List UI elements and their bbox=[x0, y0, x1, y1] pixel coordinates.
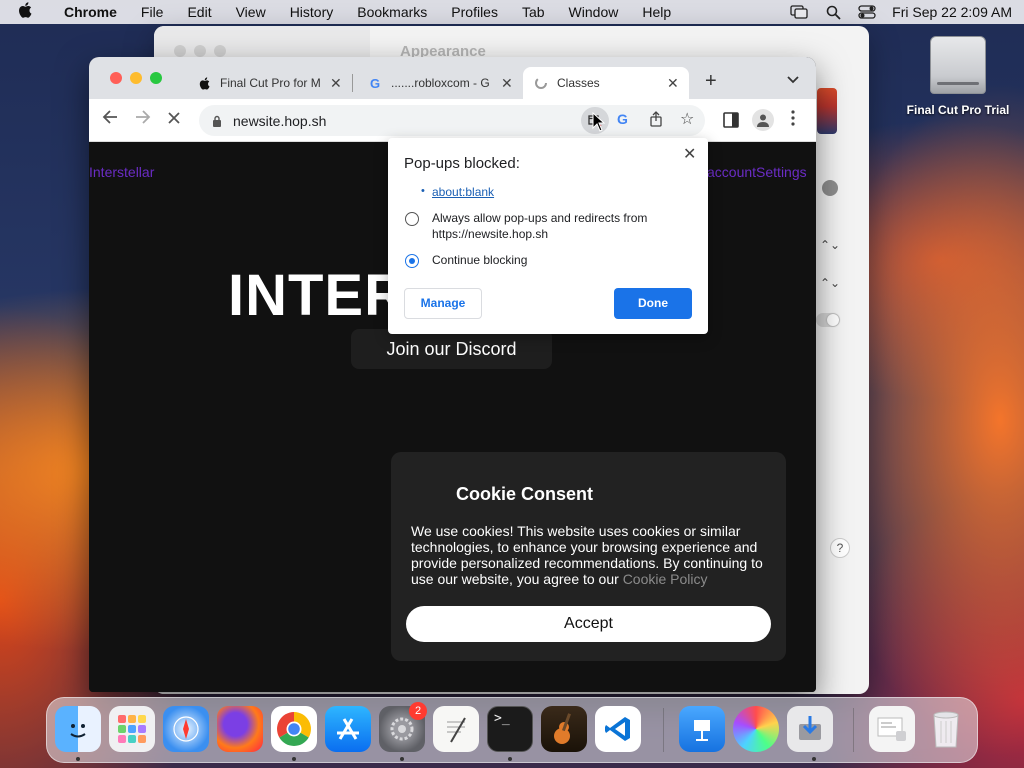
bookmark-star-icon[interactable]: ☆ bbox=[680, 109, 694, 129]
app-store-icon[interactable] bbox=[325, 706, 371, 752]
menu-edit[interactable]: Edit bbox=[175, 4, 223, 20]
cookie-text: We use cookies! This website uses cookie… bbox=[411, 523, 763, 587]
spotlight-search-icon[interactable] bbox=[816, 5, 850, 20]
notification-badge: 2 bbox=[409, 702, 427, 720]
allow-popups-label[interactable]: Always allow pop-ups and redirects from … bbox=[432, 210, 647, 242]
close-tab-icon[interactable]: ✕ bbox=[667, 75, 679, 92]
cookie-title: Cookie Consent bbox=[456, 484, 594, 504]
stop-loading-icon[interactable] bbox=[167, 109, 181, 130]
apple-menu-icon[interactable] bbox=[18, 2, 40, 22]
menu-help[interactable]: Help bbox=[630, 4, 683, 20]
menu-view[interactable]: View bbox=[224, 4, 278, 20]
keynote-icon[interactable] bbox=[679, 706, 725, 752]
firefox-icon[interactable] bbox=[217, 706, 263, 752]
menu-clock[interactable]: Fri Sep 22 2:09 AM bbox=[884, 4, 1012, 20]
textedit-icon[interactable] bbox=[433, 706, 479, 752]
more-menu-icon[interactable] bbox=[791, 110, 795, 131]
wallpaper-thumbnail[interactable] bbox=[817, 88, 837, 134]
google-icon: G bbox=[369, 75, 381, 91]
trash-icon[interactable] bbox=[923, 706, 969, 752]
close-tab-icon[interactable]: ✕ bbox=[330, 75, 342, 92]
close-tab-icon[interactable]: ✕ bbox=[501, 75, 513, 92]
cookie-body: We use cookies! This website uses cookie… bbox=[411, 523, 771, 587]
loading-spinner-icon bbox=[533, 75, 549, 91]
url-text[interactable]: newsite.hop.sh bbox=[233, 113, 326, 129]
chrome-icon[interactable] bbox=[271, 706, 317, 752]
garageband-icon[interactable] bbox=[541, 706, 587, 752]
minimize-window-button[interactable] bbox=[130, 72, 142, 84]
done-button[interactable]: Done bbox=[614, 288, 692, 319]
popup-stepper-icon[interactable]: ⌃⌄ bbox=[820, 276, 840, 290]
desktop-icon-label: Final Cut Pro Trial bbox=[906, 103, 1010, 117]
lock-icon[interactable] bbox=[211, 115, 223, 127]
hero-title: INTER bbox=[228, 263, 407, 328]
popup-blocked-bubble: Pop-ups blocked: ✕ • about:blank Always … bbox=[388, 138, 708, 334]
join-discord-button[interactable]: Join our Discord bbox=[351, 329, 552, 369]
downloads-stack-icon[interactable] bbox=[869, 706, 915, 752]
system-settings-icon[interactable]: 2 bbox=[379, 702, 427, 752]
forward-arrow-icon[interactable] bbox=[135, 109, 151, 130]
vscode-icon[interactable] bbox=[595, 706, 641, 752]
menu-file[interactable]: File bbox=[129, 4, 176, 20]
tab-classes[interactable]: Classes ✕ bbox=[523, 67, 689, 99]
cookie-consent-dialog: Cookie Consent We use cookies! This webs… bbox=[391, 452, 786, 661]
side-panel-icon[interactable] bbox=[723, 112, 739, 133]
menu-profiles[interactable]: Profiles bbox=[439, 4, 510, 20]
allow-popups-radio[interactable] bbox=[405, 212, 419, 226]
safari-icon[interactable] bbox=[163, 706, 209, 752]
profile-avatar-icon[interactable] bbox=[752, 109, 774, 131]
desktop-icon-final-cut[interactable]: Final Cut Pro Trial bbox=[900, 36, 1016, 117]
tab-final-cut[interactable]: Final Cut Pro for M ✕ bbox=[186, 67, 352, 99]
tab-title: .......robloxcom - G bbox=[391, 76, 490, 90]
mouse-cursor-icon bbox=[592, 111, 606, 137]
accept-cookies-button[interactable]: Accept bbox=[406, 606, 771, 642]
back-arrow-icon[interactable] bbox=[102, 109, 118, 130]
menu-bookmarks[interactable]: Bookmarks bbox=[345, 4, 439, 20]
share-icon[interactable] bbox=[649, 111, 663, 132]
cookie-policy-link[interactable]: Cookie Policy bbox=[623, 571, 708, 587]
menu-window[interactable]: Window bbox=[557, 4, 631, 20]
window-traffic-lights bbox=[110, 72, 162, 84]
finder-icon[interactable] bbox=[55, 706, 101, 752]
continue-blocking-label[interactable]: Continue blocking bbox=[432, 252, 527, 268]
installer-icon[interactable] bbox=[787, 706, 833, 752]
browser-toolbar: newsite.hop.sh G ☆ bbox=[89, 99, 816, 142]
bullet-icon: • bbox=[421, 185, 425, 197]
accent-color-dot[interactable] bbox=[822, 180, 838, 196]
zoom-window-button[interactable] bbox=[150, 72, 162, 84]
help-button[interactable]: ? bbox=[830, 538, 850, 558]
tab-strip: Final Cut Pro for M ✕ G .......robloxcom… bbox=[89, 57, 816, 99]
site-brand-link[interactable]: Interstellar bbox=[89, 164, 154, 180]
tab-title: Final Cut Pro for M bbox=[220, 76, 321, 90]
menu-app-name[interactable]: Chrome bbox=[52, 4, 129, 20]
settings-traffic-lights bbox=[174, 45, 226, 57]
dock: 2 >_ bbox=[46, 697, 978, 763]
google-lens-icon[interactable]: G bbox=[617, 111, 628, 127]
menu-history[interactable]: History bbox=[278, 4, 346, 20]
menu-bar: Chrome File Edit View History Bookmarks … bbox=[0, 0, 1024, 24]
blocked-popup-link[interactable]: about:blank bbox=[432, 185, 494, 199]
launchpad-icon[interactable] bbox=[109, 706, 155, 752]
close-window-button[interactable] bbox=[110, 72, 122, 84]
disk-image-icon bbox=[930, 36, 986, 94]
new-tab-plus-icon[interactable]: + bbox=[705, 70, 717, 93]
address-bar[interactable]: newsite.hop.sh G ☆ bbox=[199, 105, 705, 136]
bubble-title: Pop-ups blocked: bbox=[404, 155, 520, 172]
settings-link[interactable]: accountSettings bbox=[707, 164, 807, 180]
screen-mirroring-icon[interactable] bbox=[782, 5, 816, 19]
control-center-icon[interactable] bbox=[850, 5, 884, 19]
pixelmator-icon[interactable] bbox=[733, 706, 779, 752]
popup-stepper-icon[interactable]: ⌃⌄ bbox=[820, 238, 840, 252]
manage-button[interactable]: Manage bbox=[404, 288, 482, 319]
continue-blocking-radio[interactable] bbox=[405, 254, 419, 268]
bubble-close-icon[interactable]: ✕ bbox=[683, 144, 696, 164]
terminal-icon[interactable]: >_ bbox=[487, 706, 533, 752]
apple-icon bbox=[196, 75, 212, 91]
menu-tab[interactable]: Tab bbox=[510, 4, 557, 20]
tab-roblox-search[interactable]: G .......robloxcom - G ✕ bbox=[357, 67, 523, 99]
settings-toggle[interactable] bbox=[816, 313, 840, 327]
tab-title: Classes bbox=[557, 76, 600, 90]
tab-search-chevron-icon[interactable] bbox=[787, 73, 799, 87]
